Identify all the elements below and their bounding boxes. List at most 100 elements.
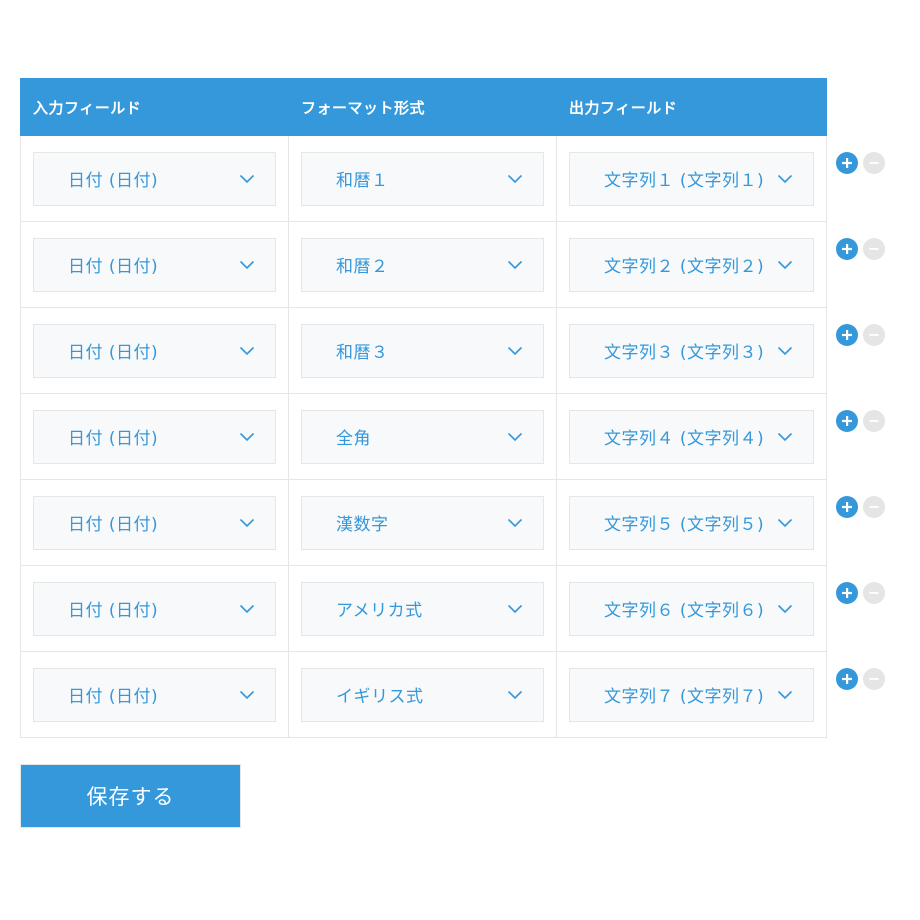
table-cell: 日付 (日付) bbox=[20, 135, 289, 222]
input-field-select[interactable]: 日付 (日付) bbox=[33, 495, 276, 550]
format-select[interactable]: アメリカ式 bbox=[301, 581, 544, 636]
input-field-select-value: 日付 (日付) bbox=[68, 171, 159, 191]
output-field-select[interactable]: 文字列１ (文字列１) bbox=[569, 151, 814, 206]
table-cell: 文字列６ (文字列６) bbox=[556, 565, 827, 652]
table-cell: 文字列２ (文字列２) bbox=[556, 221, 827, 308]
table-cell: 文字列７ (文字列７) bbox=[556, 651, 827, 738]
remove-row-button[interactable] bbox=[863, 324, 885, 346]
table-cell: 漢数字 bbox=[288, 479, 557, 566]
chevron-down-icon bbox=[507, 174, 523, 184]
input-field-select-value: 日付 (日付) bbox=[68, 257, 159, 277]
chevron-down-icon bbox=[507, 604, 523, 614]
add-row-button[interactable] bbox=[836, 410, 858, 432]
chevron-down-icon bbox=[239, 260, 255, 270]
remove-row-button[interactable] bbox=[863, 582, 885, 604]
output-field-select-value: 文字列５ (文字列５) bbox=[604, 515, 765, 535]
chevron-down-icon bbox=[777, 174, 793, 184]
mapping-row: 日付 (日付) 和暦１ 文字列１ (文字列１) bbox=[20, 135, 827, 222]
format-select[interactable]: 和暦３ bbox=[301, 323, 544, 378]
format-select[interactable]: 和暦１ bbox=[301, 151, 544, 206]
add-row-button[interactable] bbox=[836, 238, 858, 260]
add-row-button[interactable] bbox=[836, 582, 858, 604]
remove-row-button[interactable] bbox=[863, 496, 885, 518]
input-field-select[interactable]: 日付 (日付) bbox=[33, 409, 276, 464]
chevron-down-icon bbox=[507, 432, 523, 442]
format-select[interactable]: 全角 bbox=[301, 409, 544, 464]
input-field-select[interactable]: 日付 (日付) bbox=[33, 323, 276, 378]
input-field-select-value: 日付 (日付) bbox=[68, 601, 159, 621]
table-cell: 全角 bbox=[288, 393, 557, 480]
add-row-button[interactable] bbox=[836, 324, 858, 346]
table-cell: 日付 (日付) bbox=[20, 307, 289, 394]
output-field-select-value: 文字列２ (文字列２) bbox=[604, 257, 765, 277]
mapping-row: 日付 (日付) 和暦２ 文字列２ (文字列２) bbox=[20, 221, 827, 308]
row-control-group bbox=[836, 668, 885, 690]
table-cell: 文字列４ (文字列４) bbox=[556, 393, 827, 480]
chevron-down-icon bbox=[777, 432, 793, 442]
remove-row-button[interactable] bbox=[863, 238, 885, 260]
table-cell: 日付 (日付) bbox=[20, 221, 289, 308]
input-field-select-value: 日付 (日付) bbox=[68, 343, 159, 363]
format-select-value: 全角 bbox=[336, 429, 371, 449]
chevron-down-icon bbox=[777, 604, 793, 614]
format-select-value: 漢数字 bbox=[336, 515, 389, 535]
chevron-down-icon bbox=[507, 518, 523, 528]
field-mapping-table-wrapper: 入力フィールド フォーマット形式 出力フィールド 日付 (日付) 和暦１ 文字列１ … bbox=[20, 78, 827, 738]
output-field-select[interactable]: 文字列３ (文字列３) bbox=[569, 323, 814, 378]
format-select-value: アメリカ式 bbox=[336, 601, 423, 621]
mapping-row: 日付 (日付) 全角 文字列４ (文字列４) bbox=[20, 393, 827, 480]
format-select-value: 和暦１ bbox=[336, 171, 389, 191]
chevron-down-icon bbox=[239, 432, 255, 442]
format-select-value: 和暦２ bbox=[336, 257, 389, 277]
output-field-select[interactable]: 文字列５ (文字列５) bbox=[569, 495, 814, 550]
table-cell: アメリカ式 bbox=[288, 565, 557, 652]
add-row-button[interactable] bbox=[836, 152, 858, 174]
output-field-select[interactable]: 文字列２ (文字列２) bbox=[569, 237, 814, 292]
chevron-down-icon bbox=[777, 518, 793, 528]
mapping-row: 日付 (日付) 和暦３ 文字列３ (文字列３) bbox=[20, 307, 827, 394]
field-mapping-table: 入力フィールド フォーマット形式 出力フィールド 日付 (日付) 和暦１ 文字列１ … bbox=[20, 78, 827, 738]
table-header-row: 入力フィールド フォーマット形式 出力フィールド bbox=[20, 78, 827, 136]
output-field-select-value: 文字列１ (文字列１) bbox=[604, 171, 765, 191]
chevron-down-icon bbox=[777, 346, 793, 356]
save-button[interactable]: 保存する bbox=[20, 764, 241, 828]
chevron-down-icon bbox=[239, 346, 255, 356]
row-control-group bbox=[836, 238, 885, 260]
input-field-select[interactable]: 日付 (日付) bbox=[33, 667, 276, 722]
input-field-select[interactable]: 日付 (日付) bbox=[33, 581, 276, 636]
input-field-select[interactable]: 日付 (日付) bbox=[33, 151, 276, 206]
chevron-down-icon bbox=[507, 260, 523, 270]
table-cell: 文字列１ (文字列１) bbox=[556, 135, 827, 222]
header-input-field: 入力フィールド bbox=[20, 78, 289, 136]
table-cell: 和暦２ bbox=[288, 221, 557, 308]
add-row-button[interactable] bbox=[836, 496, 858, 518]
remove-row-button[interactable] bbox=[863, 152, 885, 174]
output-field-select[interactable]: 文字列４ (文字列４) bbox=[569, 409, 814, 464]
input-field-select-value: 日付 (日付) bbox=[68, 687, 159, 707]
input-field-select-value: 日付 (日付) bbox=[68, 515, 159, 535]
output-field-select-value: 文字列４ (文字列４) bbox=[604, 429, 765, 449]
output-field-select[interactable]: 文字列６ (文字列６) bbox=[569, 581, 814, 636]
format-select[interactable]: 和暦２ bbox=[301, 237, 544, 292]
remove-row-button[interactable] bbox=[863, 410, 885, 432]
format-select[interactable]: 漢数字 bbox=[301, 495, 544, 550]
table-cell: 文字列３ (文字列３) bbox=[556, 307, 827, 394]
chevron-down-icon bbox=[239, 174, 255, 184]
remove-row-button[interactable] bbox=[863, 668, 885, 690]
table-cell: 日付 (日付) bbox=[20, 393, 289, 480]
table-cell: 文字列５ (文字列５) bbox=[556, 479, 827, 566]
row-control-group bbox=[836, 324, 885, 346]
table-cell: 和暦１ bbox=[288, 135, 557, 222]
add-row-button[interactable] bbox=[836, 668, 858, 690]
input-field-select-value: 日付 (日付) bbox=[68, 429, 159, 449]
chevron-down-icon bbox=[777, 690, 793, 700]
row-control-group bbox=[836, 152, 885, 174]
format-select[interactable]: イギリス式 bbox=[301, 667, 544, 722]
input-field-select[interactable]: 日付 (日付) bbox=[33, 237, 276, 292]
table-cell: 日付 (日付) bbox=[20, 651, 289, 738]
chevron-down-icon bbox=[777, 260, 793, 270]
table-cell: 和暦３ bbox=[288, 307, 557, 394]
row-control-group bbox=[836, 582, 885, 604]
table-cell: 日付 (日付) bbox=[20, 479, 289, 566]
output-field-select[interactable]: 文字列７ (文字列７) bbox=[569, 667, 814, 722]
